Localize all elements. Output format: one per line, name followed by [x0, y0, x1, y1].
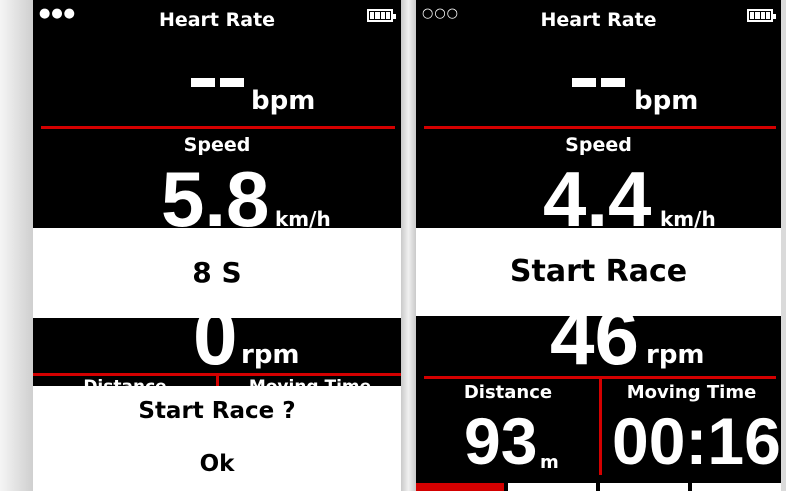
distance-value: 93 — [464, 404, 538, 478]
dialog-question: Start Race ? — [138, 398, 296, 424]
cadence-value: 46 — [550, 292, 639, 381]
moving-time-label: Moving Time — [626, 382, 757, 403]
page-indicator-segment — [508, 483, 596, 491]
moving-time-label: Moving Time — [219, 377, 401, 386]
device-screen-right: ○○○ Heart Rate bpm Speed 4.4 km/h Start … — [416, 0, 781, 491]
speed-value: 4.4 — [543, 155, 652, 243]
divider — [41, 126, 395, 129]
divider — [424, 126, 776, 129]
bezel-left — [0, 0, 33, 491]
battery-icon — [367, 9, 396, 22]
page-title: Heart Rate — [158, 9, 276, 31]
start-race-dialog: Start Race ? Ok — [33, 386, 401, 491]
cadence-value: 0 — [193, 292, 238, 381]
moving-time-value: 00:16 — [612, 404, 781, 478]
cadence-unit: rpm — [646, 340, 705, 370]
heart-rate-unit: bpm — [251, 86, 316, 116]
ok-button[interactable]: Ok — [33, 451, 401, 477]
page-title: Heart Rate — [540, 9, 657, 31]
bezel-right — [781, 0, 786, 491]
battery-icon — [747, 9, 776, 22]
page-indicator-segment — [692, 483, 781, 491]
cadence-unit: rpm — [241, 340, 300, 370]
speed-value: 5.8 — [161, 155, 270, 243]
speed-label: Speed — [565, 134, 632, 156]
distance-label: Distance — [33, 377, 217, 386]
page-indicator-active — [416, 483, 504, 491]
distance-label: Distance — [463, 382, 553, 403]
status-bar: ●●● Heart Rate — [33, 0, 401, 40]
speed-label: Speed — [183, 134, 251, 156]
device-screen-left: ●●● Heart Rate bpm Speed 5.8 km/h 8 S 0 … — [33, 0, 401, 491]
bezel-divider — [401, 0, 416, 491]
distance-unit: m — [540, 452, 559, 473]
page-indicator-segment — [600, 483, 688, 491]
heart-rate-unit: bpm — [634, 86, 699, 116]
status-bar: ○○○ Heart Rate — [416, 0, 781, 40]
